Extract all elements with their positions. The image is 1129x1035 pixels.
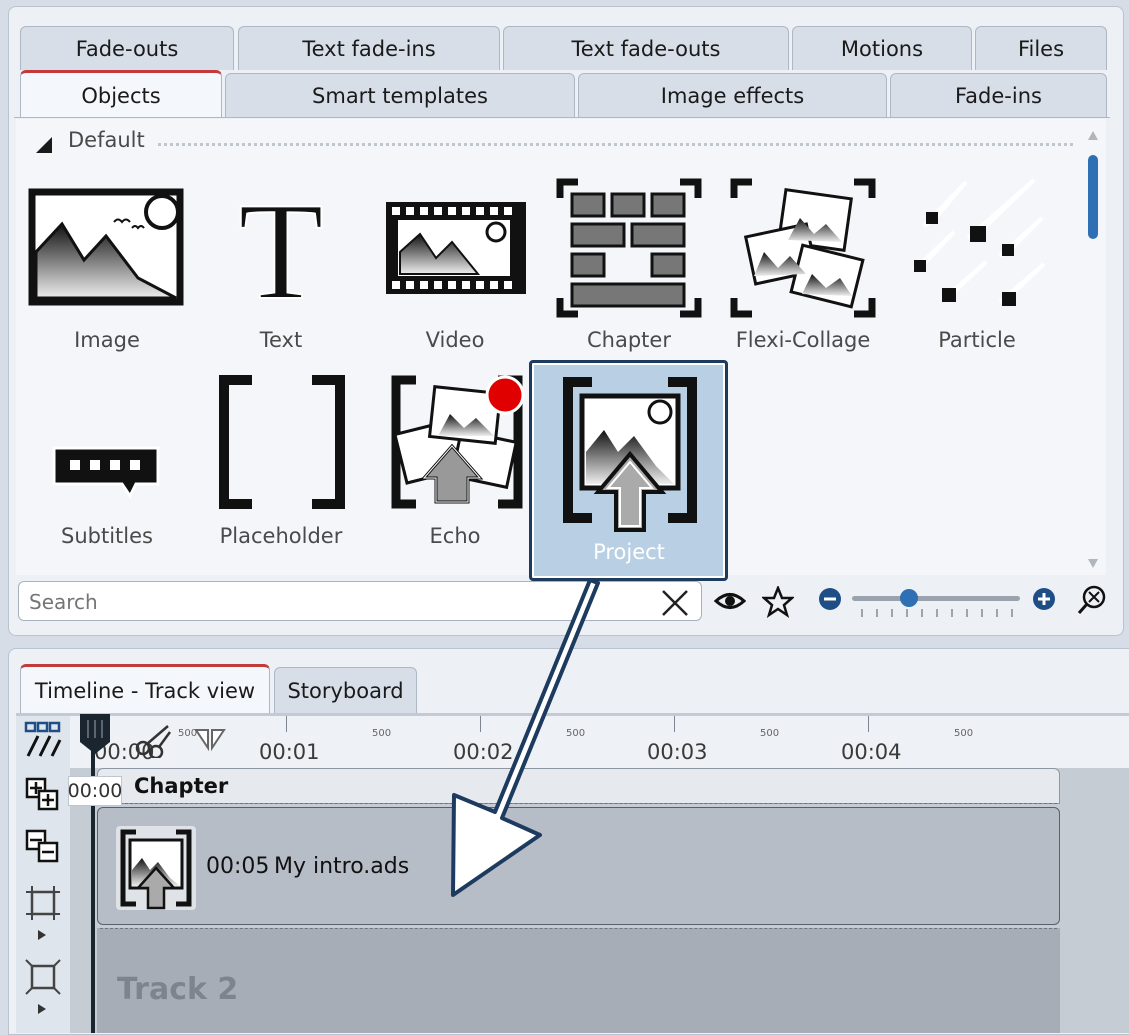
chapter-track[interactable]: Chapter	[97, 768, 1060, 804]
clear-search-icon[interactable]	[660, 588, 690, 618]
tab-strip-border	[14, 117, 1110, 118]
search-field[interactable]	[18, 581, 702, 621]
object-label-image: Image	[74, 328, 140, 352]
clip-duration: 00:05	[206, 854, 270, 879]
track-divider	[100, 928, 1057, 929]
object-label-project: Project	[593, 540, 665, 564]
tab-timeline-track-view[interactable]: Timeline - Track view	[20, 664, 270, 714]
object-label-text: Text	[259, 328, 303, 352]
subtitles-icon	[52, 446, 160, 499]
ruler-label: 00:03	[647, 740, 708, 764]
tab-image-effects[interactable]: Image effects	[578, 73, 887, 117]
timeline-clip[interactable]: 00:05 My intro.ads	[97, 807, 1060, 925]
object-label-placeholder: Placeholder	[219, 524, 343, 548]
tab-text-fade-ins[interactable]: Text fade-ins	[238, 26, 500, 70]
zoom-slider-track[interactable]	[852, 596, 1020, 601]
group-divider	[158, 143, 1073, 146]
chapter-icon	[556, 178, 702, 318]
ruler-half-label: 500	[372, 728, 392, 739]
object-label-echo: Echo	[429, 524, 481, 548]
ruler-label: 00:01	[259, 740, 320, 764]
flexi-collage-icon	[730, 178, 876, 318]
scrollbar-thumb[interactable]	[1088, 155, 1098, 239]
track-2[interactable]: Track 2	[97, 928, 1060, 1033]
object-placeholder[interactable]	[212, 374, 352, 516]
fit-track-icon[interactable]	[24, 884, 62, 922]
object-video[interactable]	[382, 198, 530, 302]
scroll-down-icon[interactable]	[1085, 557, 1101, 571]
eye-icon[interactable]	[714, 588, 746, 614]
text-icon: T	[237, 173, 325, 330]
zoom-fit-icon[interactable]	[1076, 584, 1108, 616]
ruler-half-label: 500	[566, 728, 586, 739]
ruler-tick	[480, 716, 481, 732]
ruler-tick	[286, 716, 287, 732]
ruler-label: 00:04	[841, 740, 902, 764]
chapter-label: Chapter	[134, 774, 229, 798]
tab-fade-outs[interactable]: Fade-outs	[20, 26, 234, 70]
zoom-out-icon[interactable]	[818, 587, 842, 611]
group-label: Default	[68, 128, 145, 152]
object-text[interactable]: T	[226, 173, 336, 330]
scissors-icon[interactable]	[134, 722, 174, 758]
object-particle[interactable]	[904, 176, 1050, 316]
tab-storyboard[interactable]: Storyboard	[274, 667, 417, 713]
track-divider	[100, 803, 1057, 804]
object-image[interactable]	[22, 182, 190, 316]
expand-arrow-icon[interactable]	[36, 928, 48, 942]
add-track-icon[interactable]	[24, 776, 62, 814]
ruler-label: 00:02	[453, 740, 514, 764]
object-chapter[interactable]	[556, 178, 702, 322]
tab-motions[interactable]: Motions	[792, 26, 972, 70]
object-flexi-collage[interactable]	[730, 178, 876, 322]
tab-fade-ins[interactable]: Fade-ins	[890, 73, 1107, 117]
placeholder-icon	[219, 375, 345, 509]
object-label-flexi-collage: Flexi-Collage	[735, 328, 871, 352]
ruler-tick	[674, 716, 675, 732]
object-label-video: Video	[425, 328, 485, 352]
clip-project-icon	[116, 826, 196, 910]
ruler-half-label: 500	[760, 728, 780, 739]
marker-icon[interactable]	[192, 726, 228, 752]
search-input[interactable]	[27, 588, 631, 616]
star-icon[interactable]	[762, 586, 794, 618]
playhead-time: 00:00	[68, 776, 122, 806]
playhead-line[interactable]	[91, 716, 95, 1033]
object-subtitles[interactable]	[50, 442, 162, 506]
track-settings-icon[interactable]	[24, 720, 62, 760]
record-dot-icon	[485, 375, 525, 415]
tab-objects[interactable]: Objects	[20, 70, 222, 118]
object-label-particle: Particle	[938, 328, 1016, 352]
tab-text-fade-outs[interactable]: Text fade-outs	[503, 26, 789, 70]
particle-icon	[912, 178, 1046, 306]
remove-track-icon[interactable]	[24, 828, 62, 866]
zoom-in-icon[interactable]	[1032, 587, 1056, 611]
clip-name: My intro.ads	[274, 854, 410, 879]
track-2-label: Track 2	[117, 972, 239, 1007]
zoom-slider-thumb[interactable]	[900, 589, 918, 607]
playhead-handle-icon[interactable]	[78, 712, 112, 756]
ruler-half-label: 500	[954, 728, 974, 739]
expand-arrow-icon-2[interactable]	[36, 1002, 48, 1016]
ruler-tick	[868, 716, 869, 732]
project-icon	[563, 377, 697, 532]
svg-text:T: T	[238, 190, 324, 310]
timeline-ruler[interactable]	[70, 716, 1129, 768]
scroll-up-icon[interactable]	[1085, 128, 1101, 142]
video-icon	[386, 202, 526, 294]
tab-files[interactable]: Files	[975, 26, 1107, 70]
expand-track-icon[interactable]	[24, 958, 62, 996]
tab-smart-templates[interactable]: Smart templates	[225, 73, 575, 117]
collapse-triangle-icon[interactable]	[34, 135, 54, 155]
object-label-chapter: Chapter	[587, 328, 671, 352]
object-label-subtitles: Subtitles	[61, 524, 153, 548]
image-icon	[28, 188, 184, 306]
project-icon-wrap	[556, 374, 704, 536]
zoom-slider-ticks	[861, 609, 1013, 617]
